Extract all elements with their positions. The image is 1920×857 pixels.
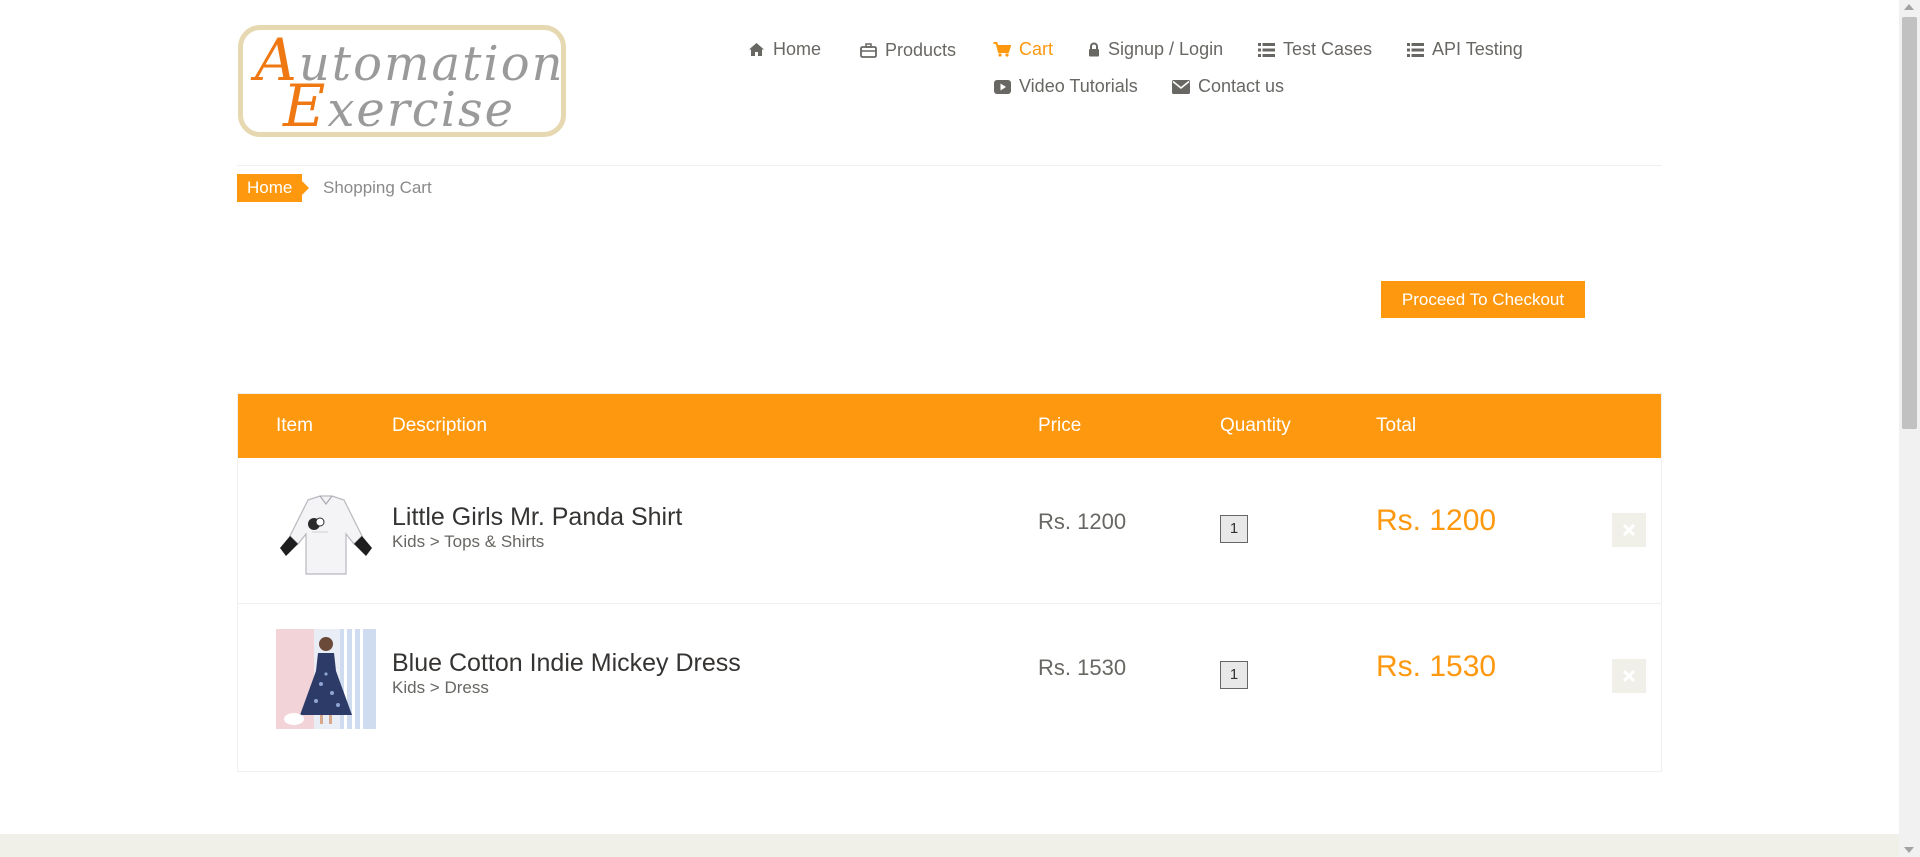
logo-text-2: xercise — [327, 82, 516, 138]
close-icon — [1623, 524, 1635, 536]
nav-contact-us-label: Contact us — [1198, 76, 1285, 96]
cart-table: Item Description Price Quantity Total Li… — [237, 393, 1662, 772]
footer-strip — [0, 834, 1899, 857]
product-name[interactable]: Blue Cotton Indie Mickey Dress — [392, 649, 741, 678]
list-icon — [1407, 42, 1424, 57]
product-image-mickey-dress[interactable] — [276, 629, 376, 729]
nav-test-cases[interactable]: Test Cases — [1258, 39, 1372, 60]
scrollbar-thumb[interactable] — [1902, 17, 1917, 429]
nav-products-label: Products — [885, 40, 957, 60]
table-row: Little Girls Mr. Panda Shirt Kids > Tops… — [238, 458, 1661, 603]
lock-icon — [1089, 42, 1099, 57]
scroll-up-arrow-icon[interactable] — [1904, 4, 1914, 10]
nav-api-testing[interactable]: API Testing — [1407, 39, 1523, 60]
product-image-panda-shirt[interactable] — [276, 488, 376, 588]
table-row: Blue Cotton Indie Mickey Dress Kids > Dr… — [238, 603, 1661, 749]
scroll-down-arrow-icon[interactable] — [1904, 847, 1914, 853]
list-icon — [1258, 42, 1275, 57]
home-icon — [749, 43, 764, 56]
nav-home[interactable]: Home — [748, 39, 821, 60]
product-category: Kids > Dress — [392, 678, 489, 697]
nav-test-cases-label: Test Cases — [1283, 39, 1373, 59]
quantity-box[interactable]: 1 — [1220, 515, 1248, 543]
product-total: Rs. 1200 — [1376, 504, 1497, 537]
product-price: Rs. 1200 — [1038, 509, 1127, 534]
column-header-description: Description — [392, 415, 488, 436]
remove-item-button[interactable] — [1612, 659, 1646, 693]
briefcase-icon — [860, 43, 877, 58]
product-total: Rs. 1530 — [1376, 650, 1497, 683]
close-icon — [1623, 670, 1635, 682]
column-header-item: Item — [276, 415, 313, 436]
breadcrumb-home[interactable]: Home — [237, 174, 310, 202]
nav-contact-us[interactable]: Contact us — [1172, 76, 1284, 97]
nav-signup-login-label: Signup / Login — [1108, 39, 1224, 59]
column-header-quantity: Quantity — [1220, 415, 1291, 436]
nav-api-testing-label: API Testing — [1432, 39, 1523, 59]
logo-cap-e: E — [283, 72, 328, 140]
product-category: Kids > Tops & Shirts — [392, 532, 545, 551]
cart-icon — [993, 42, 1011, 57]
page: Automation Exercise Home Products Cart S… — [0, 0, 1899, 857]
cart-table-header: Item Description Price Quantity Total — [238, 394, 1661, 458]
proceed-to-checkout-button[interactable]: Proceed To Checkout — [1381, 281, 1585, 318]
nav-video-tutorials-label: Video Tutorials — [1019, 76, 1138, 96]
site-logo[interactable]: Automation Exercise — [238, 25, 566, 140]
nav-home-label: Home — [773, 39, 822, 59]
nav-video-tutorials[interactable]: Video Tutorials — [994, 76, 1138, 97]
breadcrumb-current: Shopping Cart — [323, 178, 432, 197]
envelope-icon — [1172, 79, 1190, 94]
quantity-box[interactable]: 1 — [1220, 661, 1248, 689]
column-header-price: Price — [1038, 415, 1082, 436]
youtube-play-icon — [994, 79, 1011, 94]
shirt-illustration — [280, 495, 372, 575]
nav-cart-label: Cart — [1019, 39, 1054, 59]
product-name[interactable]: Little Girls Mr. Panda Shirt — [392, 503, 682, 532]
nav-products[interactable]: Products — [860, 40, 956, 61]
header-divider — [237, 165, 1662, 166]
vertical-scrollbar[interactable] — [1899, 0, 1920, 857]
nav-cart[interactable]: Cart — [993, 39, 1053, 60]
column-header-total: Total — [1376, 415, 1417, 436]
nav-signup-login[interactable]: Signup / Login — [1088, 39, 1223, 60]
logo-line-2: Exercise — [283, 72, 515, 140]
product-price: Rs. 1530 — [1038, 655, 1127, 680]
remove-item-button[interactable] — [1612, 513, 1646, 547]
dress-illustration — [276, 629, 376, 729]
